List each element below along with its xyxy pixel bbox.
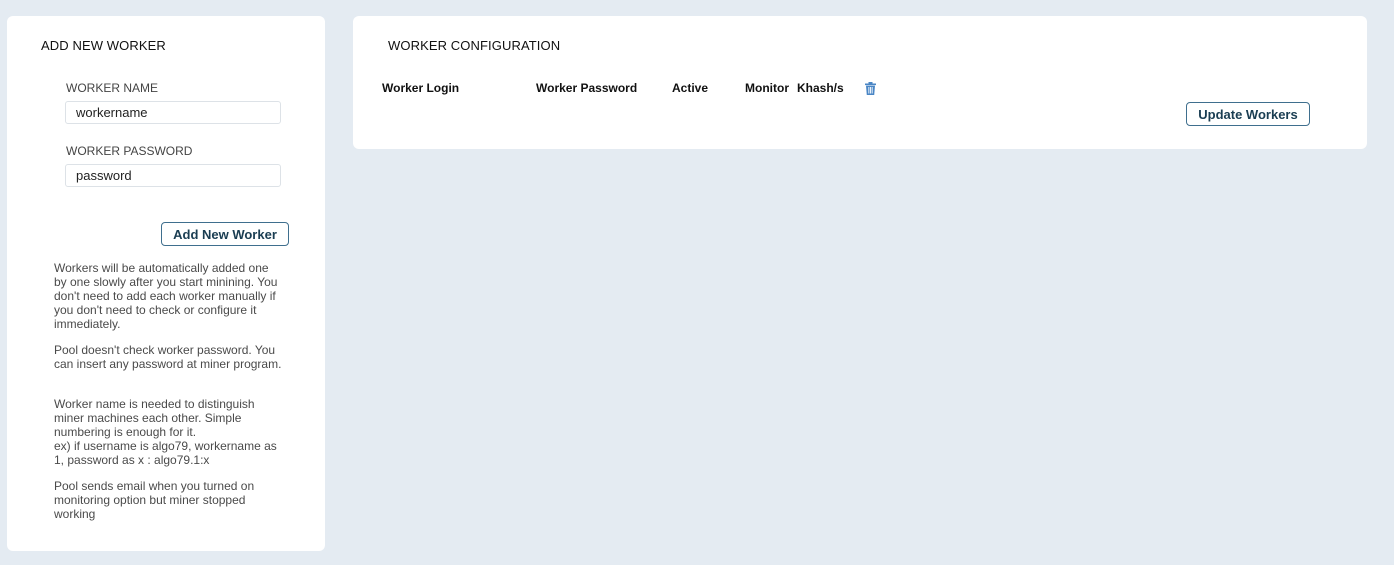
column-active: Active	[672, 81, 709, 95]
worker-name-input[interactable]	[65, 101, 281, 124]
column-khash: Khash/s	[797, 81, 844, 95]
help-monitoring: Pool sends email when you turned on moni…	[54, 479, 255, 521]
worker-configuration-panel: WORKER CONFIGURATION Worker Login Worker…	[353, 16, 1367, 149]
help-password: Pool doesn't check worker password. You …	[54, 343, 282, 371]
worker-configuration-title: WORKER CONFIGURATION	[388, 38, 561, 53]
help-example: ex) if username is algo79, workername as…	[54, 439, 277, 467]
column-worker-login: Worker Login	[382, 81, 460, 95]
worker-password-label: WORKER PASSWORD	[66, 144, 193, 158]
update-workers-button[interactable]: Update Workers	[1186, 102, 1310, 126]
add-worker-title: ADD NEW WORKER	[41, 38, 166, 53]
help-auto-add: Workers will be automatically added one …	[54, 261, 278, 331]
column-worker-password: Worker Password	[536, 81, 638, 95]
worker-password-input[interactable]	[65, 164, 281, 187]
add-worker-panel: ADD NEW WORKER WORKER NAME WORKER PASSWO…	[7, 16, 325, 551]
worker-name-label: WORKER NAME	[66, 81, 159, 95]
column-monitor: Monitor	[745, 81, 789, 95]
add-new-worker-button[interactable]: Add New Worker	[161, 222, 289, 246]
help-worker-name: Worker name is needed to distinguish min…	[54, 397, 255, 439]
trash-icon[interactable]	[865, 82, 876, 95]
